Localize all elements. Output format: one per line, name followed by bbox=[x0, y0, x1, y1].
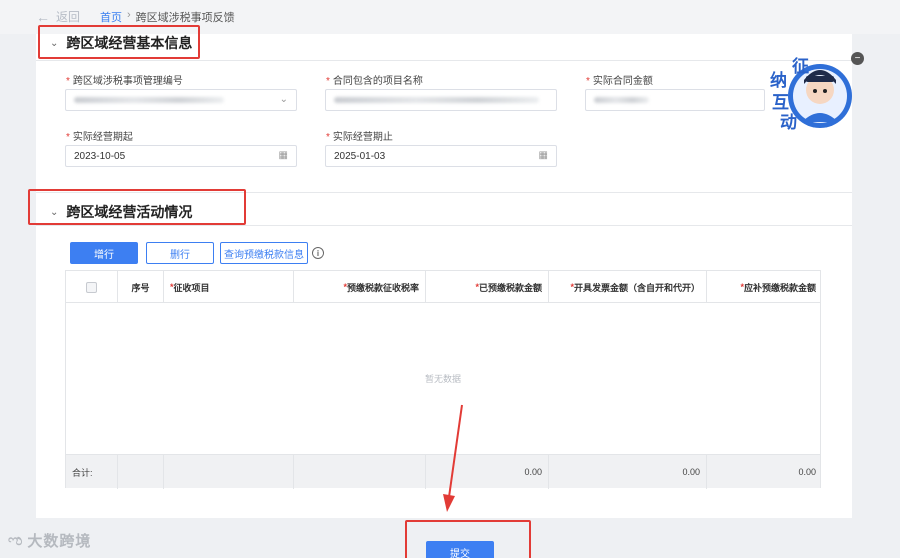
mascot-badge[interactable]: 征 纳 互 动 bbox=[762, 52, 852, 132]
mascot-char: 动 bbox=[780, 113, 797, 132]
minimize-icon[interactable]: − bbox=[851, 52, 864, 65]
submit-button[interactable]: 提交 bbox=[426, 541, 494, 558]
mascot-char: 征 bbox=[792, 57, 809, 76]
watermark: ಌ 大数跨境 bbox=[8, 532, 92, 550]
watermark-logo-icon: ಌ bbox=[8, 532, 24, 549]
